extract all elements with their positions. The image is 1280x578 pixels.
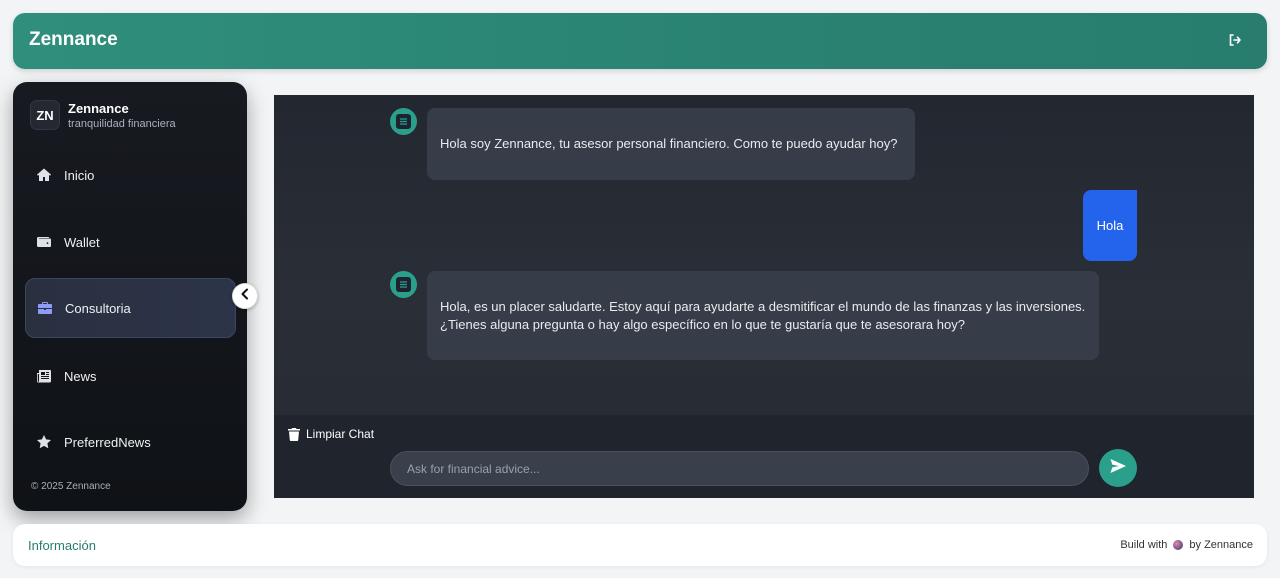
chevron-left-icon [239, 287, 251, 305]
bot-message: Hola soy Zennance, tu asesor personal fi… [427, 108, 915, 180]
sidebar-header: ZN Zennance tranquilidad financiera [30, 100, 176, 130]
clear-chat-label: Limpiar Chat [306, 427, 375, 441]
built-prefix: Build with [1120, 539, 1168, 551]
sidebar-item-inicio[interactable]: Inicio [25, 145, 236, 205]
sidebar-item-label: Wallet [64, 234, 100, 250]
built-suffix: by Zennance [1189, 539, 1253, 551]
built-with: Build with by Zennance [1120, 539, 1253, 551]
wallet-icon [36, 234, 52, 250]
message-text: Hola, es un placer saludarte. Estoy aquí… [440, 298, 1086, 332]
sidebar-app-name: Zennance [68, 100, 129, 116]
sidebar-copyright: © 2025 Zennance [31, 481, 111, 492]
info-link[interactable]: Información [28, 538, 96, 553]
sidebar-collapse-button[interactable] [232, 283, 258, 309]
chat-panel: Hola soy Zennance, tu asesor personal fi… [274, 95, 1254, 498]
trash-icon [288, 427, 300, 441]
sidebar: ZN Zennance tranquilidad financiera Inic… [13, 82, 247, 511]
page-footer: Información Build with by Zennance [13, 524, 1267, 566]
bot-message: Hola, es un placer saludarte. Estoy aquí… [427, 271, 1099, 360]
sidebar-item-wallet[interactable]: Wallet [25, 212, 236, 272]
briefcase-icon [37, 300, 53, 316]
send-button[interactable] [1099, 449, 1137, 487]
sidebar-item-label: News [64, 368, 97, 384]
newspaper-icon [36, 368, 52, 384]
sidebar-item-label: Consultoria [65, 300, 131, 316]
top-bar: Zennance [13, 13, 1267, 69]
brand-title: Zennance [29, 29, 118, 50]
bot-avatar-icon [390, 271, 417, 298]
sidebar-item-label: Inicio [64, 167, 95, 183]
sidebar-item-label: PreferredNews [64, 434, 151, 450]
app-logo: ZN [30, 100, 60, 130]
sidebar-item-preferrednews[interactable]: PreferredNews [25, 412, 236, 472]
sidebar-tagline: tranquilidad financiera [68, 117, 176, 130]
message-text: Hola [1096, 218, 1124, 233]
chat-input[interactable] [390, 451, 1089, 486]
sidebar-item-news[interactable]: News [25, 346, 236, 406]
send-icon [1109, 457, 1127, 480]
bot-avatar-icon [390, 108, 417, 135]
sidebar-item-consultoria[interactable]: Consultoria [25, 278, 236, 338]
chat-input-area: Limpiar Chat [274, 415, 1254, 498]
star-icon [36, 434, 52, 450]
clear-chat-button[interactable]: Limpiar Chat [288, 427, 374, 441]
user-message: Hola [1083, 190, 1137, 261]
logout-icon[interactable] [1227, 32, 1243, 48]
home-icon [36, 167, 52, 183]
message-text: Hola soy Zennance, tu asesor personal fi… [440, 136, 898, 151]
heart-icon [1173, 540, 1184, 550]
